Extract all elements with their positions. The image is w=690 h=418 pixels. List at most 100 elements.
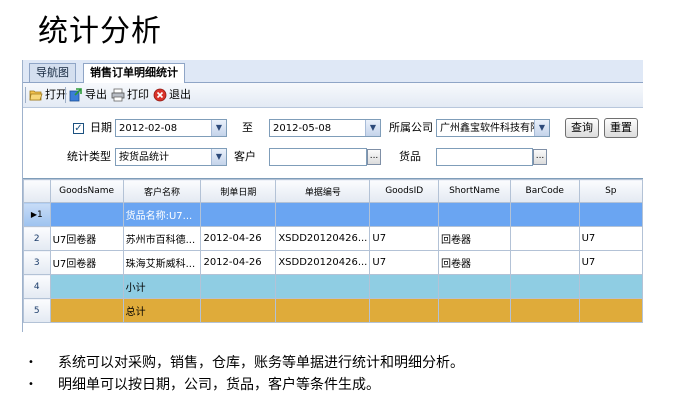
table-cell[interactable]: [275, 202, 371, 227]
exit-button[interactable]: 退出: [153, 86, 191, 104]
table-cell[interactable]: XSDD20120426...: [275, 226, 371, 251]
column-header[interactable]: 客户名称: [122, 179, 202, 203]
table-cell[interactable]: U7回卷器: [49, 250, 124, 275]
exit-icon: [153, 88, 167, 102]
table-cell[interactable]: 回卷器: [437, 250, 511, 275]
table-cell[interactable]: U7: [369, 250, 439, 275]
bullet-item: • 系统可以对采购，销售，仓库，账务等单据进行统计和明细分析。: [28, 352, 668, 374]
table-cell[interactable]: [509, 226, 580, 251]
table-cell[interactable]: XSDD20120426...: [275, 250, 371, 275]
table-cell[interactable]: [369, 202, 439, 227]
table-cell[interactable]: 2012-04-26: [200, 226, 277, 251]
chevron-down-icon[interactable]: ▼: [211, 120, 226, 136]
table-cell[interactable]: [437, 298, 511, 323]
company-select[interactable]: 广州鑫宝软件科技有限 ▼: [436, 119, 550, 137]
table-row[interactable]: 4 小计: [23, 274, 643, 299]
table-cell[interactable]: U7: [369, 226, 439, 251]
date-to-value: 2012-05-08: [273, 123, 332, 134]
table-cell[interactable]: 回卷器: [437, 226, 511, 251]
table-row[interactable]: 3 U7回卷器 珠海艾斯威科... 2012-04-26 XSDD20120426...…: [23, 250, 643, 275]
table-cell[interactable]: [509, 298, 580, 323]
table-cell[interactable]: [49, 298, 124, 323]
stat-type-select[interactable]: 按货品统计 ▼: [115, 148, 227, 166]
company-value: 广州鑫宝软件科技有限: [440, 123, 540, 134]
customer-label: 客户: [234, 150, 256, 163]
bullet-dot: •: [28, 357, 34, 368]
table-cell[interactable]: [200, 298, 277, 323]
date-from-picker[interactable]: 2012-02-08 ▼: [115, 119, 227, 137]
row-header[interactable]: ▶1: [23, 202, 51, 227]
table-cell[interactable]: [509, 274, 580, 299]
table-cell[interactable]: [369, 274, 439, 299]
tab-navigation[interactable]: 导航图: [29, 63, 76, 82]
print-label: 打印: [127, 88, 149, 101]
row-header[interactable]: 5: [23, 298, 51, 323]
export-button[interactable]: 导出: [69, 86, 107, 104]
toolbar-separator: [65, 87, 66, 103]
table-cell[interactable]: [437, 274, 511, 299]
row-number: 1: [37, 209, 43, 220]
chevron-down-icon[interactable]: ▼: [211, 149, 226, 165]
table-cell[interactable]: U7: [578, 226, 643, 251]
column-header[interactable]: 制单日期: [200, 179, 277, 203]
row-header[interactable]: 2: [23, 226, 51, 251]
print-button[interactable]: 打印: [111, 86, 149, 104]
table-row[interactable]: 2 U7回卷器 苏州市百科德... 2012-04-26 XSDD20120426...…: [23, 226, 643, 251]
bullet-list: • 系统可以对采购，销售，仓库，账务等单据进行统计和明细分析。 • 明细单可以按…: [28, 352, 668, 396]
bullet-dot: •: [28, 379, 34, 390]
column-header[interactable]: BarCode: [509, 179, 580, 203]
row-header[interactable]: 3: [23, 250, 51, 275]
date-label: 日期: [90, 121, 112, 134]
table-cell[interactable]: 小计: [122, 274, 202, 299]
table-cell[interactable]: 2012-04-26: [200, 250, 277, 275]
column-header[interactable]: 单据编号: [275, 179, 371, 203]
table-cell[interactable]: [49, 274, 124, 299]
table-row[interactable]: ▶1 货品名称:U7...: [23, 202, 643, 227]
table-cell[interactable]: [578, 274, 643, 299]
table-cell[interactable]: [49, 202, 124, 227]
row-header[interactable]: 4: [23, 274, 51, 299]
goods-browse-button[interactable]: ...: [533, 149, 547, 165]
stat-type-value: 按货品统计: [119, 152, 169, 163]
folder-open-icon: [29, 88, 43, 102]
table-cell[interactable]: [369, 298, 439, 323]
table-cell[interactable]: [578, 298, 643, 323]
data-grid: GoodsName 客户名称 制单日期 单据编号 GoodsID ShortNa…: [23, 178, 643, 332]
table-cell[interactable]: 珠海艾斯威科...: [122, 250, 202, 275]
table-cell[interactable]: 货品名称:U7...: [122, 202, 202, 227]
column-header[interactable]: GoodsID: [369, 179, 439, 203]
stat-type-label: 统计类型: [67, 150, 111, 163]
table-cell[interactable]: [275, 298, 371, 323]
table-cell[interactable]: [509, 250, 580, 275]
table-cell[interactable]: 苏州市百科德...: [122, 226, 202, 251]
table-cell[interactable]: [200, 202, 277, 227]
date-to-picker[interactable]: 2012-05-08 ▼: [269, 119, 381, 137]
open-button[interactable]: 打开: [29, 86, 67, 104]
table-cell[interactable]: 总计: [122, 298, 202, 323]
table-cell[interactable]: [509, 202, 580, 227]
exit-label: 退出: [169, 88, 191, 101]
customer-input[interactable]: [269, 148, 367, 166]
table-cell[interactable]: [437, 202, 511, 227]
table-cell[interactable]: [578, 202, 643, 227]
column-header[interactable]: ShortName: [437, 179, 511, 203]
table-row[interactable]: 5 总计: [23, 298, 643, 323]
row-number: 2: [33, 233, 40, 244]
date-checkbox[interactable]: ✓: [73, 123, 84, 134]
table-cell[interactable]: U7回卷器: [49, 226, 124, 251]
chevron-down-icon[interactable]: ▼: [534, 120, 549, 136]
tab-sales-order-detail[interactable]: 销售订单明细统计: [83, 63, 185, 83]
chevron-down-icon[interactable]: ▼: [365, 120, 380, 136]
column-header[interactable]: Sp: [578, 179, 643, 203]
table-cell[interactable]: U7: [578, 250, 643, 275]
table-cell[interactable]: [200, 274, 277, 299]
customer-browse-button[interactable]: ...: [367, 149, 381, 165]
column-header[interactable]: GoodsName: [49, 179, 124, 203]
reset-button[interactable]: 重置: [604, 118, 638, 138]
query-button[interactable]: 查询: [565, 118, 599, 138]
filter-panel: ✓ 日期 2012-02-08 ▼ 至 2012-05-08 ▼ 所属公司 广州…: [23, 108, 643, 174]
toolbar: 打开 导出 打印 退出: [23, 83, 643, 108]
table-cell[interactable]: [275, 274, 371, 299]
goods-input[interactable]: [436, 148, 533, 166]
grid-table: GoodsName 客户名称 制单日期 单据编号 GoodsID ShortNa…: [23, 179, 643, 323]
